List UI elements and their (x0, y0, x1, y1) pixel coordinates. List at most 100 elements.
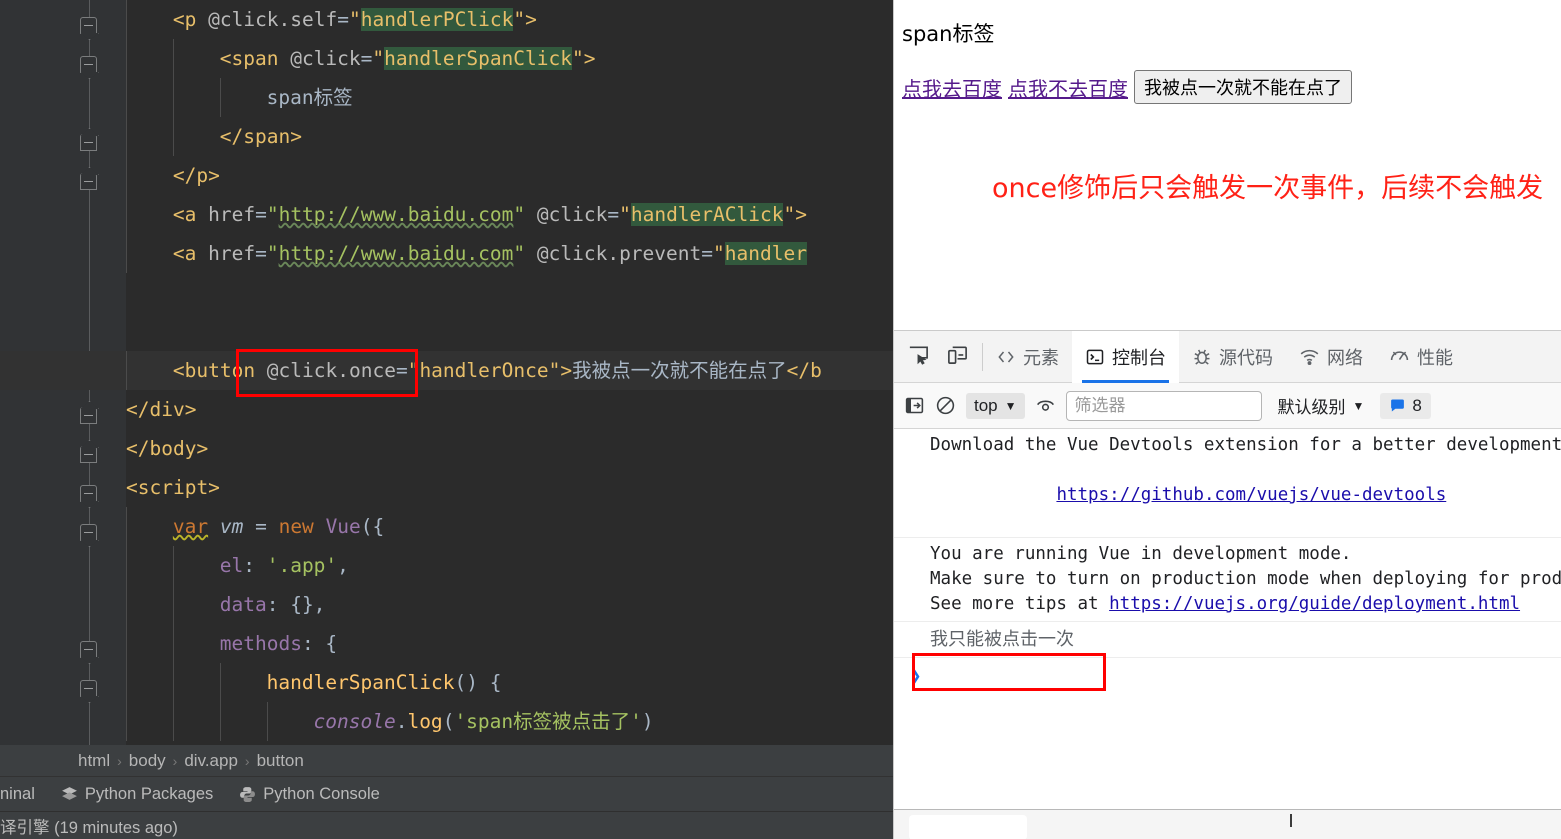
code-token: </body> (126, 437, 209, 460)
devtools-left-icons (894, 343, 982, 371)
code-fold-marker[interactable] (80, 446, 97, 463)
breadcrumb-separator: › (172, 752, 178, 769)
code-fold-marker[interactable] (80, 524, 97, 541)
toolwindow-python-packages-label: Python Packages (84, 784, 214, 803)
code-fold-marker[interactable] (80, 641, 97, 658)
code-fold-marker[interactable] (80, 485, 97, 502)
code-token: = (337, 8, 349, 31)
ide-status-bar: 译引擎 (19 minutes ago) (0, 811, 893, 839)
tab-元素[interactable]: 元素 (983, 331, 1072, 383)
browser-panel: span标签 点我去百度 点我不去百度 我被点一次就不能在点了 once修饰后只… (893, 0, 1561, 839)
live-expression-icon[interactable] (1035, 395, 1056, 416)
code-token: vm (219, 515, 244, 538)
toolwindow-terminal[interactable]: ninal (0, 785, 35, 804)
console-group: Download the Vue Devtools extension for … (894, 429, 1561, 538)
device-toolbar-icon[interactable] (946, 343, 969, 371)
code-token: http://www.baidu.com (278, 203, 514, 226)
code-token: " (266, 242, 279, 265)
breadcrumb-item-body[interactable]: body (129, 751, 166, 771)
code-line: </span> (126, 117, 893, 156)
code-token: 'span标签被点击了' (454, 710, 642, 733)
code-token: handlerSpanClick (384, 47, 572, 70)
code-token: @click (536, 203, 608, 226)
console-message-count-badge[interactable]: 8 (1380, 392, 1431, 419)
console-line: Download the Vue Devtools extension for … (930, 435, 1561, 455)
code-fold-marker[interactable] (80, 134, 97, 151)
link-goto-baidu[interactable]: 点我去百度 (902, 73, 1002, 102)
tab-控制台[interactable]: 控制台 (1072, 330, 1179, 383)
devtools-tab-list: 元素 控制台 源代码 网络 性能 (983, 330, 1466, 383)
code-line: <button @click.once="handlerOnce">我被点一次就… (0, 351, 893, 390)
code-token: ({ (360, 515, 385, 538)
once-button[interactable]: 我被点一次就不能在点了 (1134, 70, 1352, 104)
console-filter-input[interactable] (1065, 390, 1262, 421)
console-line: https://github.com/vuejs/vue-devtools (930, 458, 1561, 533)
chevron-down-icon: ▼ (1352, 398, 1365, 413)
page-span-label: span标签 (902, 22, 995, 46)
breadcrumb-item-button[interactable]: button (257, 751, 304, 771)
tab-性能[interactable]: 性能 (1376, 331, 1466, 383)
code-token: > (525, 8, 537, 31)
console-context-select[interactable]: top ▼ (966, 392, 1025, 419)
code-token: log (407, 710, 443, 733)
console-line: You are running Vue in development mode. (930, 544, 1352, 564)
code-fold-marker[interactable] (80, 680, 97, 697)
code-token: var (172, 515, 209, 538)
code-token: = (360, 47, 373, 70)
show-sidebar-icon[interactable] (904, 395, 925, 416)
code-fold-marker[interactable] (80, 173, 97, 190)
code-fold-marker[interactable] (80, 17, 97, 34)
console-group: You are running Vue in development mode.… (894, 538, 1561, 622)
code-token: new (278, 515, 314, 538)
console-link[interactable]: https://github.com/vuejs/vue-devtools (1056, 485, 1446, 505)
console-input-prompt[interactable]: ❯ (894, 658, 1561, 689)
code-line: handlerSpanClick() { (126, 663, 893, 702)
code-line: <a href="http://www.baidu.com" @click.pr… (126, 234, 893, 273)
tab-label: 控制台 (1112, 347, 1166, 368)
code-editor[interactable]: <p @click.self="handlerPClick"> <span @cl… (0, 0, 893, 745)
code-token: > (795, 203, 807, 226)
code-token: @click (290, 47, 361, 70)
toolwindow-python-packages[interactable]: Python Packages (61, 785, 213, 804)
code-token: : {}, (266, 593, 326, 616)
message-bubble-icon (1391, 399, 1405, 412)
console-link[interactable]: https://vuejs.org/guide/deployment.html (1109, 594, 1520, 614)
tab-label: 元素 (1023, 347, 1059, 368)
code-token: <p (172, 8, 209, 31)
link-prevent-baidu[interactable]: 点我不去百度 (1008, 73, 1128, 102)
tab-源代码[interactable]: 源代码 (1179, 331, 1286, 383)
inspect-element-icon[interactable] (907, 343, 930, 371)
toolwindow-python-console[interactable]: Python Console (239, 785, 380, 804)
screenshot-root: <p @click.self="handlerPClick"> <span @cl… (0, 0, 1561, 839)
code-token: : (243, 554, 267, 577)
console-output[interactable]: Download the Vue Devtools extension for … (894, 429, 1561, 810)
code-token: , (337, 554, 349, 577)
ide-tool-window-bar: ninal Python Packages Python Console (0, 776, 893, 811)
console-level-select[interactable]: 默认级别 ▼ (1278, 393, 1365, 418)
console-filter-bar: top ▼ 默认级别 ▼ 8 (894, 383, 1561, 429)
annotation-note-text: once修饰后只会触发一次事件，后续不会触发 (992, 173, 1544, 204)
code-token: > (560, 359, 573, 382)
tab-网络[interactable]: 网络 (1286, 331, 1376, 383)
code-token: " (619, 203, 631, 226)
clear-console-icon[interactable] (935, 395, 956, 416)
code-token: </p> (172, 164, 220, 187)
code-line: console.log('span标签被点击了') (126, 702, 893, 741)
console-message-count: 8 (1412, 395, 1422, 415)
console-line: See more tips at https://vuejs.org/guide… (930, 592, 1561, 617)
code-fold-marker[interactable] (80, 407, 97, 424)
code-line: el: '.app', (126, 546, 893, 585)
code-token: = (607, 203, 620, 226)
code-token: " (407, 359, 420, 382)
code-token: ) (641, 710, 654, 733)
packages-icon (61, 786, 77, 800)
breadcrumb-item-html[interactable]: html (78, 751, 110, 771)
code-token: </span> (219, 125, 302, 148)
code-token: " (349, 8, 361, 31)
code-fold-marker[interactable] (80, 56, 97, 73)
breadcrumb-item-div-app[interactable]: div.app (184, 751, 238, 771)
ide-panel: <p @click.self="handlerPClick"> <span @cl… (0, 0, 893, 839)
